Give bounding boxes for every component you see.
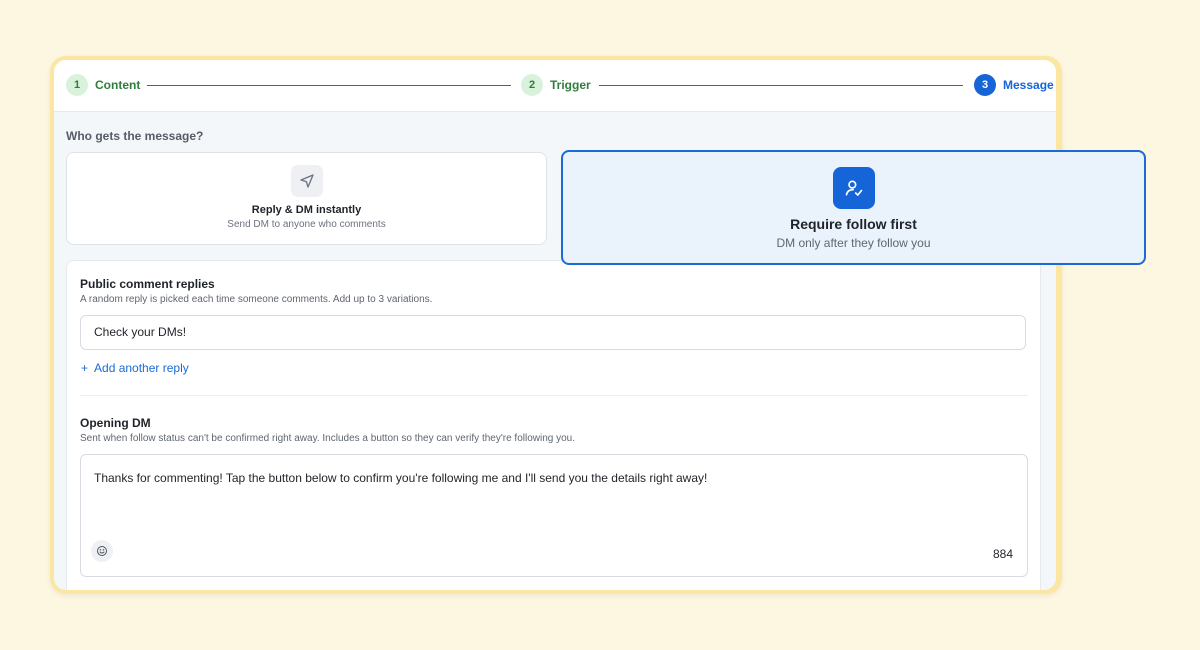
opening-dm-message: Thanks for commenting! Tap the button be… bbox=[94, 471, 708, 485]
step-label: Content bbox=[95, 78, 141, 92]
smile-icon[interactable] bbox=[91, 540, 113, 562]
automation-panel: 1 Content 2 Trigger 3 Message Who gets t… bbox=[54, 60, 1056, 590]
audience-question: Who gets the message? bbox=[66, 129, 204, 143]
reply-input[interactable]: Check your DMs! bbox=[80, 315, 1026, 350]
step-number: 3 bbox=[974, 74, 996, 96]
divider bbox=[80, 395, 1028, 396]
step-label: Trigger bbox=[550, 78, 591, 92]
send-icon bbox=[290, 165, 323, 197]
add-reply-label: Add another reply bbox=[94, 361, 189, 375]
step-connector bbox=[599, 85, 963, 86]
step-trigger[interactable]: 2 Trigger bbox=[521, 74, 591, 96]
plus-icon: + bbox=[81, 361, 89, 375]
message-settings-card: Public comment replies A random reply is… bbox=[66, 260, 1041, 590]
step-number: 2 bbox=[521, 74, 543, 96]
option-title: Require follow first bbox=[790, 216, 917, 232]
opening-dm-help: Sent when follow status can't be confirm… bbox=[80, 433, 576, 444]
user-check-icon bbox=[832, 167, 875, 209]
step-content[interactable]: 1 Content bbox=[66, 74, 140, 96]
step-message[interactable]: 3 Message bbox=[974, 74, 1054, 96]
opening-dm-textarea[interactable]: Thanks for commenting! Tap the button be… bbox=[80, 454, 1028, 577]
step-number: 1 bbox=[66, 74, 88, 96]
step-label: Message bbox=[1003, 78, 1054, 92]
option-subtitle: DM only after they follow you bbox=[776, 236, 931, 250]
public-replies-help: A random reply is picked each time someo… bbox=[80, 294, 433, 305]
opening-dm-title: Opening DM bbox=[80, 416, 151, 430]
option-title: Reply & DM instantly bbox=[251, 204, 362, 216]
option-reply-dm-instantly[interactable]: Reply & DM instantly Send DM to anyone w… bbox=[66, 152, 547, 245]
option-require-follow-first[interactable]: Require follow first DM only after they … bbox=[561, 150, 1146, 265]
character-count: 884 bbox=[992, 547, 1013, 561]
option-subtitle: Send DM to anyone who comments bbox=[227, 219, 386, 230]
stepper: 1 Content 2 Trigger 3 Message bbox=[54, 60, 1056, 112]
step-connector bbox=[147, 85, 511, 86]
public-replies-title: Public comment replies bbox=[80, 277, 215, 291]
add-reply-link[interactable]: + Add another reply bbox=[81, 361, 189, 375]
